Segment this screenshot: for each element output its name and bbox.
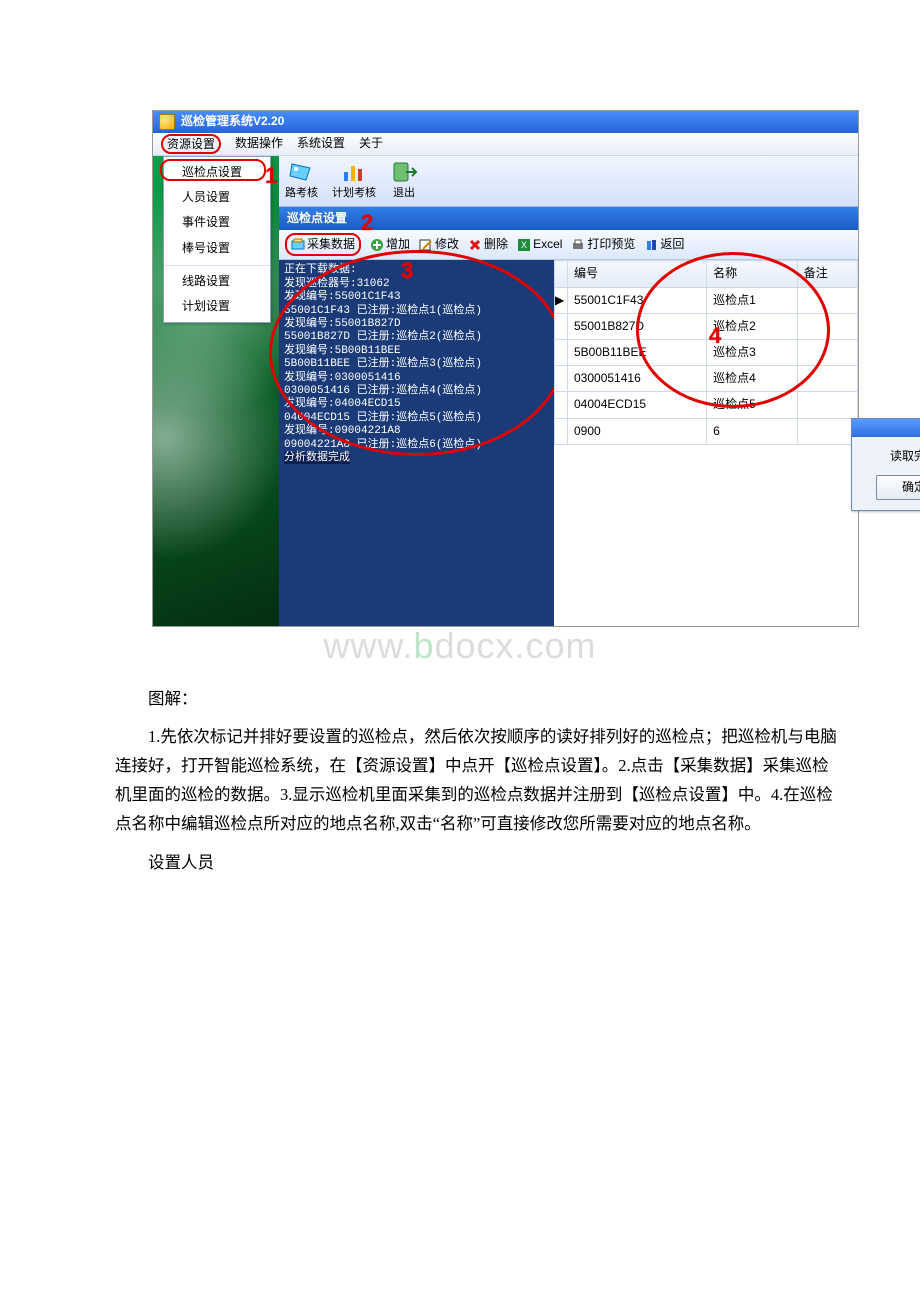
checkpoint-table: 编号 名称 备注 ▶55001C1F43巡检点155001B827D巡检点25B… xyxy=(554,260,858,444)
resource-dropdown: 巡检点设置 人员设置 事件设置 棒号设置 线路设置 计划设置 xyxy=(163,156,271,323)
cell-name[interactable]: 6 xyxy=(707,418,798,444)
menu-about[interactable]: 关于 xyxy=(359,134,383,153)
annotation-1: 1 xyxy=(265,158,277,193)
row-pointer-header xyxy=(555,261,568,287)
table-row[interactable]: 55001B827D巡检点2 xyxy=(555,313,858,339)
btn-collect-data[interactable]: 采集数据 xyxy=(285,233,361,256)
cell-no[interactable]: 55001C1F43 xyxy=(568,287,707,313)
delete-icon xyxy=(468,238,482,252)
cell-name[interactable]: 巡检点1 xyxy=(707,287,798,313)
row-pointer xyxy=(555,418,568,444)
tb-plan-assess[interactable]: 计划考核 xyxy=(330,160,378,203)
app-window: 巡检管理系统V2.20 资源设置 数据操作 系统设置 关于 巡检点设置 人员设置… xyxy=(152,110,859,627)
dd-personnel-setting[interactable]: 人员设置 xyxy=(164,185,270,210)
cell-remark[interactable] xyxy=(797,418,857,444)
row-pointer xyxy=(555,313,568,339)
panel-title: 巡检点设置 2 xyxy=(279,207,858,230)
tb-route-assess[interactable]: 路考核 xyxy=(283,160,320,203)
log-panel: 正在下载数据: 发现巡检器号:31062 发现编号:55001C1F43 550… xyxy=(279,260,554,626)
main-panel: 路考核 计划考核 退出 巡检点设置 2 xyxy=(279,156,858,626)
doc-caption: 图解： xyxy=(115,685,845,714)
dd-wand-setting[interactable]: 棒号设置 xyxy=(164,236,270,261)
cell-remark[interactable] xyxy=(797,287,857,313)
modal-read-complete: ✕ 读取完成 确定 xyxy=(851,418,920,510)
window-title: 巡检管理系统V2.20 xyxy=(181,112,284,131)
menubar: 资源设置 数据操作 系统设置 关于 xyxy=(153,133,858,156)
titlebar: 巡检管理系统V2.20 xyxy=(153,111,858,133)
grid-panel: 编号 名称 备注 ▶55001C1F43巡检点155001B827D巡检点25B… xyxy=(554,260,858,626)
sidebar: 巡检点设置 人员设置 事件设置 棒号设置 线路设置 计划设置 1 xyxy=(153,156,279,626)
cell-no[interactable]: 0900 xyxy=(568,418,707,444)
cell-no[interactable]: 5B00B11BEE xyxy=(568,339,707,365)
svg-text:X: X xyxy=(521,240,527,250)
document-body: 图解： 1.先依次标记并排好要设置的巡检点，然后依次按顺序的读好排列好的巡检点；… xyxy=(115,685,845,878)
btn-edit[interactable]: 修改 xyxy=(419,235,459,254)
table-row[interactable]: ▶55001C1F43巡检点1 xyxy=(555,287,858,313)
dd-checkpoint-setting[interactable]: 巡检点设置 xyxy=(164,160,270,185)
cell-no[interactable]: 0300051416 xyxy=(568,366,707,392)
annotation-4: 4 xyxy=(709,318,721,353)
panels-row: 正在下载数据: 发现巡检器号:31062 发现编号:55001C1F43 550… xyxy=(279,260,858,626)
annotation-3: 3 xyxy=(401,258,413,285)
cell-remark[interactable] xyxy=(797,339,857,365)
cell-no[interactable]: 55001B827D xyxy=(568,313,707,339)
collect-icon xyxy=(291,238,305,252)
doc-paragraph-2: 设置人员 xyxy=(115,849,845,878)
row-pointer xyxy=(555,392,568,418)
cell-no[interactable]: 04004ECD15 xyxy=(568,392,707,418)
btn-add[interactable]: 增加 xyxy=(370,235,410,254)
dd-plan-setting[interactable]: 计划设置 xyxy=(164,294,270,319)
doc-paragraph-1: 1.先依次标记并排好要设置的巡检点，然后依次按顺序的读好排列好的巡检点；把巡检机… xyxy=(115,723,845,839)
cell-name[interactable]: 巡检点5 xyxy=(707,392,798,418)
table-row[interactable]: 0300051416巡检点4 xyxy=(555,366,858,392)
col-name[interactable]: 名称 xyxy=(707,261,798,287)
modal-text: 读取完成 xyxy=(852,447,920,466)
cell-remark[interactable] xyxy=(797,313,857,339)
modal-titlebar: ✕ xyxy=(852,419,920,437)
row-pointer: ▶ xyxy=(555,287,568,313)
table-row[interactable]: 09006 xyxy=(555,418,858,444)
excel-icon: X xyxy=(517,238,531,252)
cell-remark[interactable] xyxy=(797,366,857,392)
edit-icon xyxy=(419,238,433,252)
cell-name[interactable]: 巡检点4 xyxy=(707,366,798,392)
dd-route-setting[interactable]: 线路设置 xyxy=(164,265,270,294)
col-no[interactable]: 编号 xyxy=(568,261,707,287)
print-icon xyxy=(571,238,585,252)
btn-print-preview[interactable]: 打印预览 xyxy=(571,235,635,254)
menu-resource[interactable]: 资源设置 xyxy=(161,134,221,154)
app-icon xyxy=(159,114,175,130)
tool-icon xyxy=(288,160,316,184)
btn-back[interactable]: 返回 xyxy=(644,235,684,254)
col-remark[interactable]: 备注 xyxy=(797,261,857,287)
dd-event-setting[interactable]: 事件设置 xyxy=(164,210,270,235)
cell-remark[interactable] xyxy=(797,392,857,418)
row-pointer xyxy=(555,366,568,392)
table-row[interactable]: 5B00B11BEE巡检点3 xyxy=(555,339,858,365)
chart-icon xyxy=(340,160,368,184)
tb-exit[interactable]: 退出 xyxy=(388,160,420,203)
menu-data-op[interactable]: 数据操作 xyxy=(235,134,283,153)
main-toolbar: 路考核 计划考核 退出 xyxy=(279,156,858,207)
menu-syssetting[interactable]: 系统设置 xyxy=(297,134,345,153)
modal-ok-button[interactable]: 确定 xyxy=(876,475,920,500)
annotation-2: 2 xyxy=(361,205,373,240)
back-icon xyxy=(644,238,658,252)
btn-excel[interactable]: X Excel xyxy=(517,235,562,254)
btn-delete[interactable]: 删除 xyxy=(468,235,508,254)
exit-icon xyxy=(390,160,418,184)
row-pointer xyxy=(555,339,568,365)
table-row[interactable]: 04004ECD15巡检点5 xyxy=(555,392,858,418)
